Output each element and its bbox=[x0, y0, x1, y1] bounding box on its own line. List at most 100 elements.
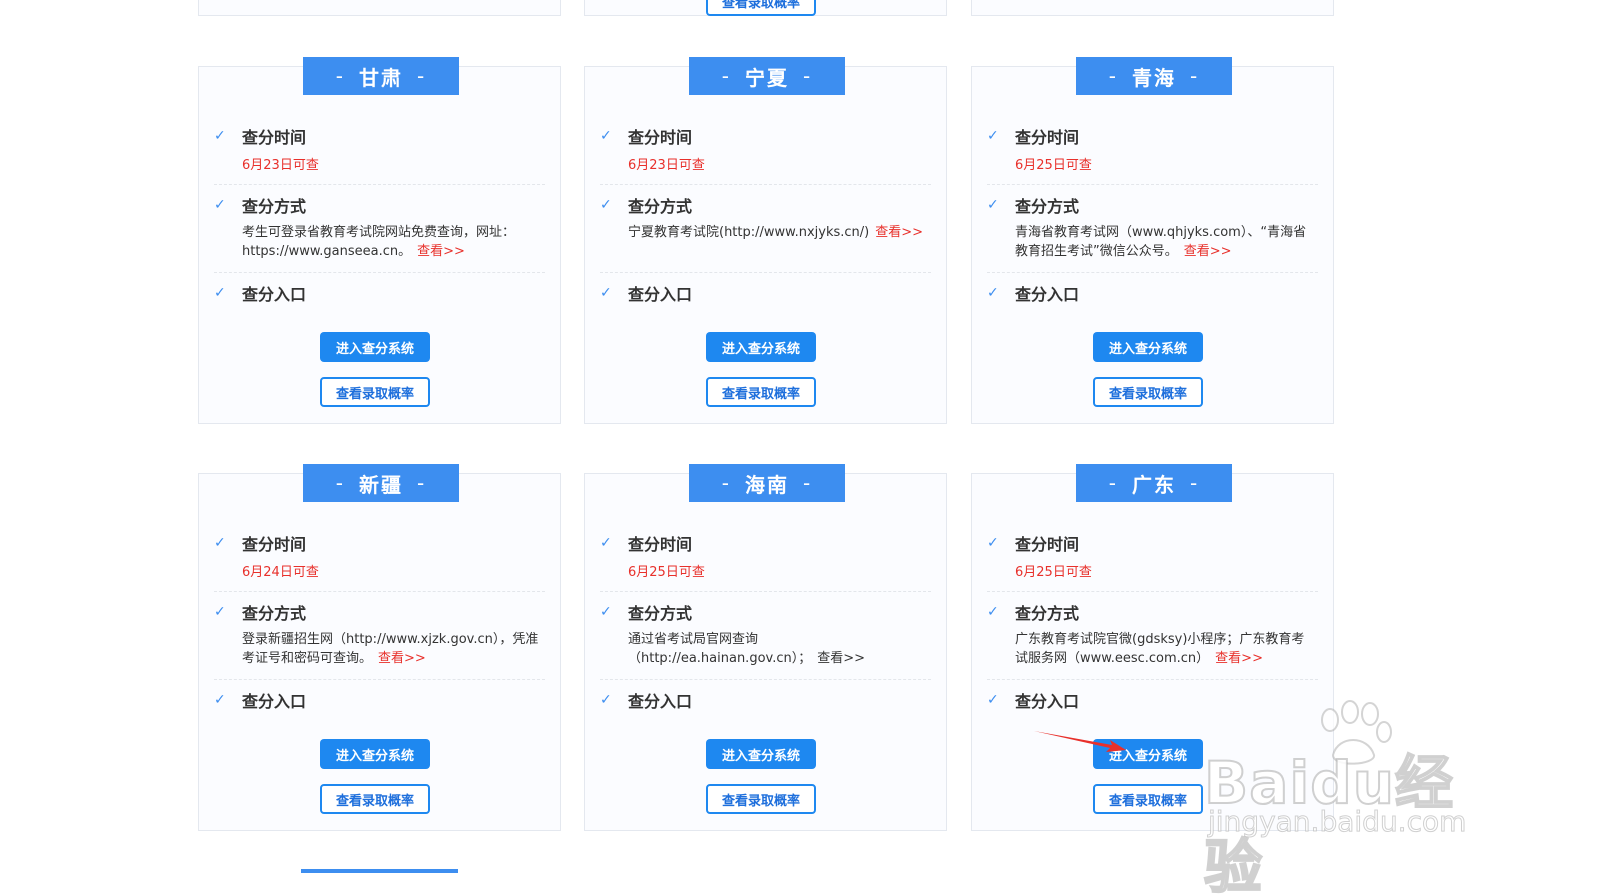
query-method-label: 查分方式 bbox=[628, 197, 693, 216]
admission-probability-button[interactable]: 查看录取概率 bbox=[1093, 377, 1203, 407]
query-date: 6月25日可查 bbox=[1015, 565, 1092, 580]
view-more-link[interactable]: 查看>> bbox=[817, 651, 865, 666]
query-time-label: 查分时间 bbox=[628, 535, 693, 554]
view-more-link[interactable]: 查看>> bbox=[417, 244, 465, 259]
checkbox-check-icon: ✓ bbox=[214, 535, 226, 551]
admission-probability-button[interactable]: 查看录取概率 bbox=[706, 377, 816, 407]
query-method-text: 登录新疆招生网（http://www.xjzk.gov.cn），凭准考证号和密码… bbox=[242, 632, 539, 666]
enter-query-system-button[interactable]: 进入查分系统 bbox=[320, 739, 430, 769]
divider bbox=[987, 184, 1318, 185]
divider bbox=[600, 679, 931, 680]
checkbox-check-icon: ✓ bbox=[600, 692, 612, 708]
query-method-label: 查分方式 bbox=[1015, 604, 1080, 623]
enter-query-system-button[interactable]: 进入查分系统 bbox=[706, 739, 816, 769]
query-entry-section: ✓ 查分入口 bbox=[600, 282, 931, 304]
query-time-section: ✓ 查分时间 6月25日可查 bbox=[987, 125, 1318, 173]
divider bbox=[214, 591, 545, 592]
divider bbox=[600, 184, 931, 185]
province-title: - 广东 - bbox=[1076, 464, 1232, 502]
baidu-jingyan-watermark: Baidu经验 jingyan.baidu.com bbox=[1200, 700, 1500, 895]
query-time-section: ✓ 查分时间 6月24日可查 bbox=[214, 532, 545, 580]
query-entry-label: 查分入口 bbox=[242, 285, 307, 304]
query-entry-section: ✓ 查分入口 bbox=[987, 282, 1318, 304]
admission-probability-button[interactable]: 查看录取概率 bbox=[320, 784, 430, 814]
checkbox-check-icon: ✓ bbox=[600, 535, 612, 551]
checkbox-check-icon: ✓ bbox=[987, 197, 999, 213]
admission-probability-button[interactable]: 查看录取概率 bbox=[1093, 784, 1203, 814]
divider bbox=[214, 679, 545, 680]
divider bbox=[600, 272, 931, 273]
query-method-section: ✓ 查分方式 登录新疆招生网（http://www.xjzk.gov.cn），凭… bbox=[214, 601, 545, 668]
query-date: 6月25日可查 bbox=[1015, 158, 1092, 173]
query-method-text: 宁夏教育考试院(http://www.nxjyks.cn/) 查看>> bbox=[628, 225, 924, 240]
query-method-section: ✓ 查分方式 广东教育考试院官微(gdsksy)小程序；广东教育考试服务网（ww… bbox=[987, 601, 1318, 668]
checkbox-check-icon: ✓ bbox=[987, 285, 999, 301]
query-method-section: ✓ 查分方式 青海省教育考试网（www.qhjyks.com）、“青海省教育招生… bbox=[987, 194, 1318, 261]
checkbox-check-icon: ✓ bbox=[600, 128, 612, 144]
view-more-link[interactable]: 查看>> bbox=[1215, 651, 1263, 666]
next-card-title-strip bbox=[301, 869, 458, 873]
enter-query-system-button[interactable]: 进入查分系统 bbox=[706, 332, 816, 362]
checkbox-check-icon: ✓ bbox=[987, 692, 999, 708]
query-entry-label: 查分入口 bbox=[628, 692, 693, 711]
checkbox-check-icon: ✓ bbox=[987, 604, 999, 620]
red-arrow-icon bbox=[1034, 731, 1126, 752]
checkbox-check-icon: ✓ bbox=[987, 535, 999, 551]
query-entry-label: 查分入口 bbox=[242, 692, 307, 711]
checkbox-check-icon: ✓ bbox=[600, 285, 612, 301]
province-title: - 青海 - bbox=[1076, 57, 1232, 95]
view-more-link[interactable]: 查看>> bbox=[1184, 244, 1232, 259]
province-title: - 甘肃 - bbox=[303, 57, 459, 95]
query-method-section: ✓ 查分方式 宁夏教育考试院(http://www.nxjyks.cn/) 查看>… bbox=[600, 194, 931, 242]
query-entry-section: ✓ 查分入口 bbox=[214, 282, 545, 304]
query-time-label: 查分时间 bbox=[1015, 128, 1080, 147]
query-entry-section: ✓ 查分入口 bbox=[214, 689, 545, 711]
checkbox-check-icon: ✓ bbox=[214, 692, 226, 708]
checkbox-check-icon: ✓ bbox=[214, 604, 226, 620]
province-card: - 青海 - ✓ 查分时间 6月25日可查 ✓ 查分方式 青海省教育考试网（www.… bbox=[971, 57, 1334, 424]
province-card: - 海南 - ✓ 查分时间 6月25日可查 ✓ 查分方式 通过省考试局官网查询（ht… bbox=[584, 464, 947, 831]
query-time-section: ✓ 查分时间 6月25日可查 bbox=[987, 532, 1318, 580]
province-title: - 新疆 - bbox=[303, 464, 459, 502]
admission-probability-button[interactable]: 查看录取概率 bbox=[320, 377, 430, 407]
admission-probability-button[interactable]: 查看录取概率 bbox=[706, 784, 816, 814]
view-more-link[interactable]: 查看>> bbox=[875, 225, 923, 240]
province-title: - 海南 - bbox=[689, 464, 845, 502]
query-date: 6月23日可查 bbox=[628, 158, 705, 173]
query-time-label: 查分时间 bbox=[242, 535, 307, 554]
province-card: - 甘肃 - ✓ 查分时间 6月23日可查 ✓ 查分方式 考生可登录省教育考试院网站… bbox=[198, 57, 561, 424]
province-card: - 新疆 - ✓ 查分时间 6月24日可查 ✓ 查分方式 登录新疆招生网（http:… bbox=[198, 464, 561, 831]
enter-query-system-button[interactable]: 进入查分系统 bbox=[1093, 332, 1203, 362]
query-entry-label: 查分入口 bbox=[628, 285, 693, 304]
enter-query-system-button[interactable]: 进入查分系统 bbox=[320, 332, 430, 362]
divider bbox=[987, 679, 1318, 680]
card-top-partial-1 bbox=[198, 0, 561, 16]
view-more-link[interactable]: 查看>> bbox=[378, 651, 426, 666]
query-method-text: 广东教育考试院官微(gdsksy)小程序；广东教育考试服务网（www.eesc.… bbox=[1015, 632, 1305, 666]
query-time-label: 查分时间 bbox=[242, 128, 307, 147]
watermark-url: jingyan.baidu.com bbox=[1207, 805, 1467, 839]
query-date: 6月23日可查 bbox=[242, 158, 319, 173]
divider bbox=[214, 184, 545, 185]
admission-probability-button-top[interactable]: 查看录取概率 bbox=[706, 0, 816, 16]
checkbox-check-icon: ✓ bbox=[214, 128, 226, 144]
query-method-section: ✓ 查分方式 考生可登录省教育考试院网站免费查询，网址：https://www.… bbox=[214, 194, 545, 261]
query-date: 6月24日可查 bbox=[242, 565, 319, 580]
query-method-label: 查分方式 bbox=[1015, 197, 1080, 216]
query-date: 6月25日可查 bbox=[628, 565, 705, 580]
query-method-label: 查分方式 bbox=[242, 604, 307, 623]
checkbox-check-icon: ✓ bbox=[214, 285, 226, 301]
query-method-label: 查分方式 bbox=[628, 604, 693, 623]
divider bbox=[987, 591, 1318, 592]
query-entry-label: 查分入口 bbox=[1015, 285, 1080, 304]
checkbox-check-icon: ✓ bbox=[600, 604, 612, 620]
query-method-section: ✓ 查分方式 通过省考试局官网查询（http://ea.hainan.gov.c… bbox=[600, 601, 931, 668]
query-time-label: 查分时间 bbox=[628, 128, 693, 147]
province-card: - 宁夏 - ✓ 查分时间 6月23日可查 ✓ 查分方式 宁夏教育考试院(http:… bbox=[584, 57, 947, 424]
query-entry-section: ✓ 查分入口 bbox=[600, 689, 931, 711]
query-method-label: 查分方式 bbox=[242, 197, 307, 216]
divider bbox=[214, 272, 545, 273]
divider bbox=[987, 272, 1318, 273]
query-time-section: ✓ 查分时间 6月25日可查 bbox=[600, 532, 931, 580]
query-method-text: 青海省教育考试网（www.qhjyks.com）、“青海省教育招生考试”微信公众… bbox=[1015, 225, 1307, 259]
